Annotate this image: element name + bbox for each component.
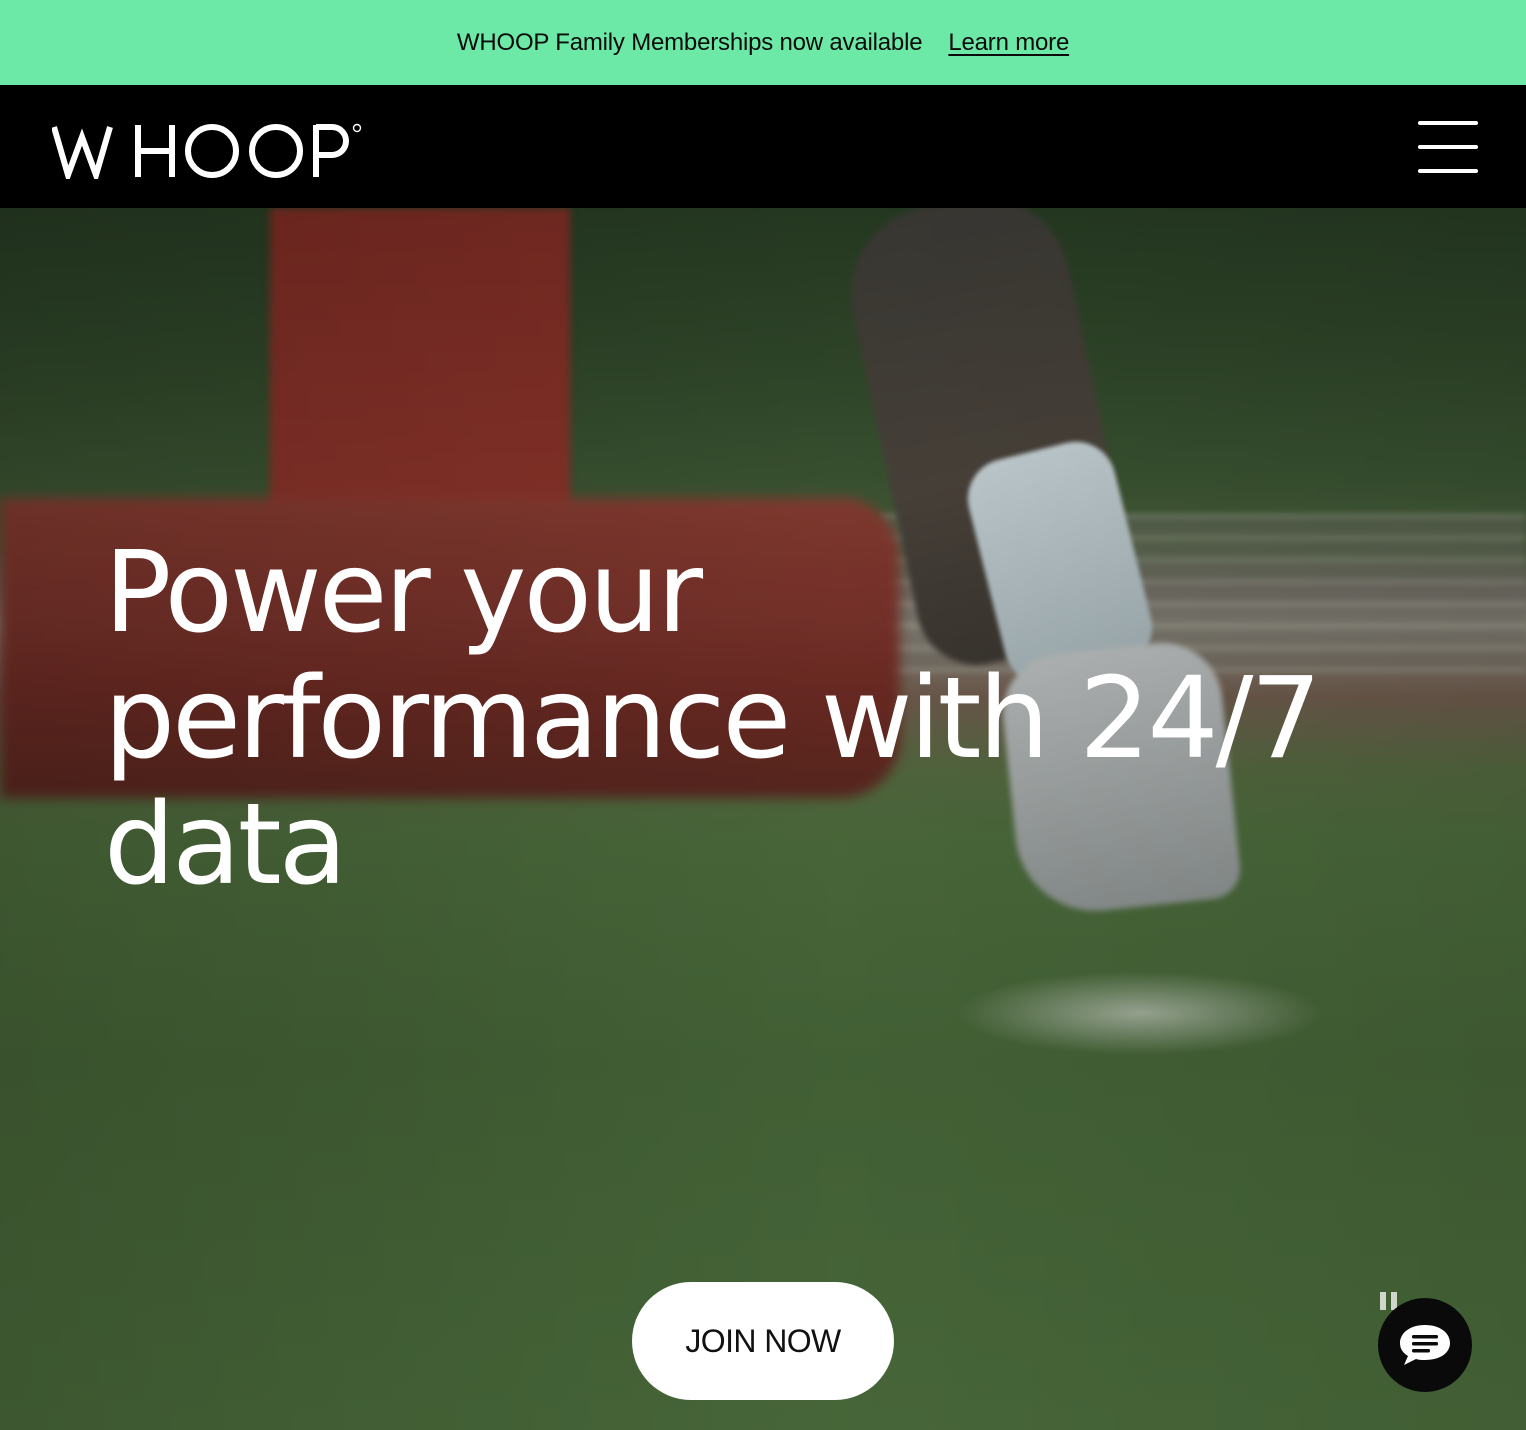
hero-headline: Power your performance with 24/7 data xyxy=(104,528,1322,910)
promo-banner: WHOOP Family Memberships now available L… xyxy=(0,0,1526,85)
whoop-logo[interactable] xyxy=(51,123,364,185)
hamburger-menu-icon[interactable] xyxy=(1416,119,1480,175)
join-now-button[interactable]: JOIN NOW xyxy=(632,1282,894,1400)
promo-text: WHOOP Family Memberships now available xyxy=(456,28,923,56)
chat-bubble-icon[interactable] xyxy=(1378,1298,1472,1392)
top-navigation xyxy=(0,85,1526,208)
learn-more-link[interactable]: Learn more xyxy=(948,29,1069,57)
